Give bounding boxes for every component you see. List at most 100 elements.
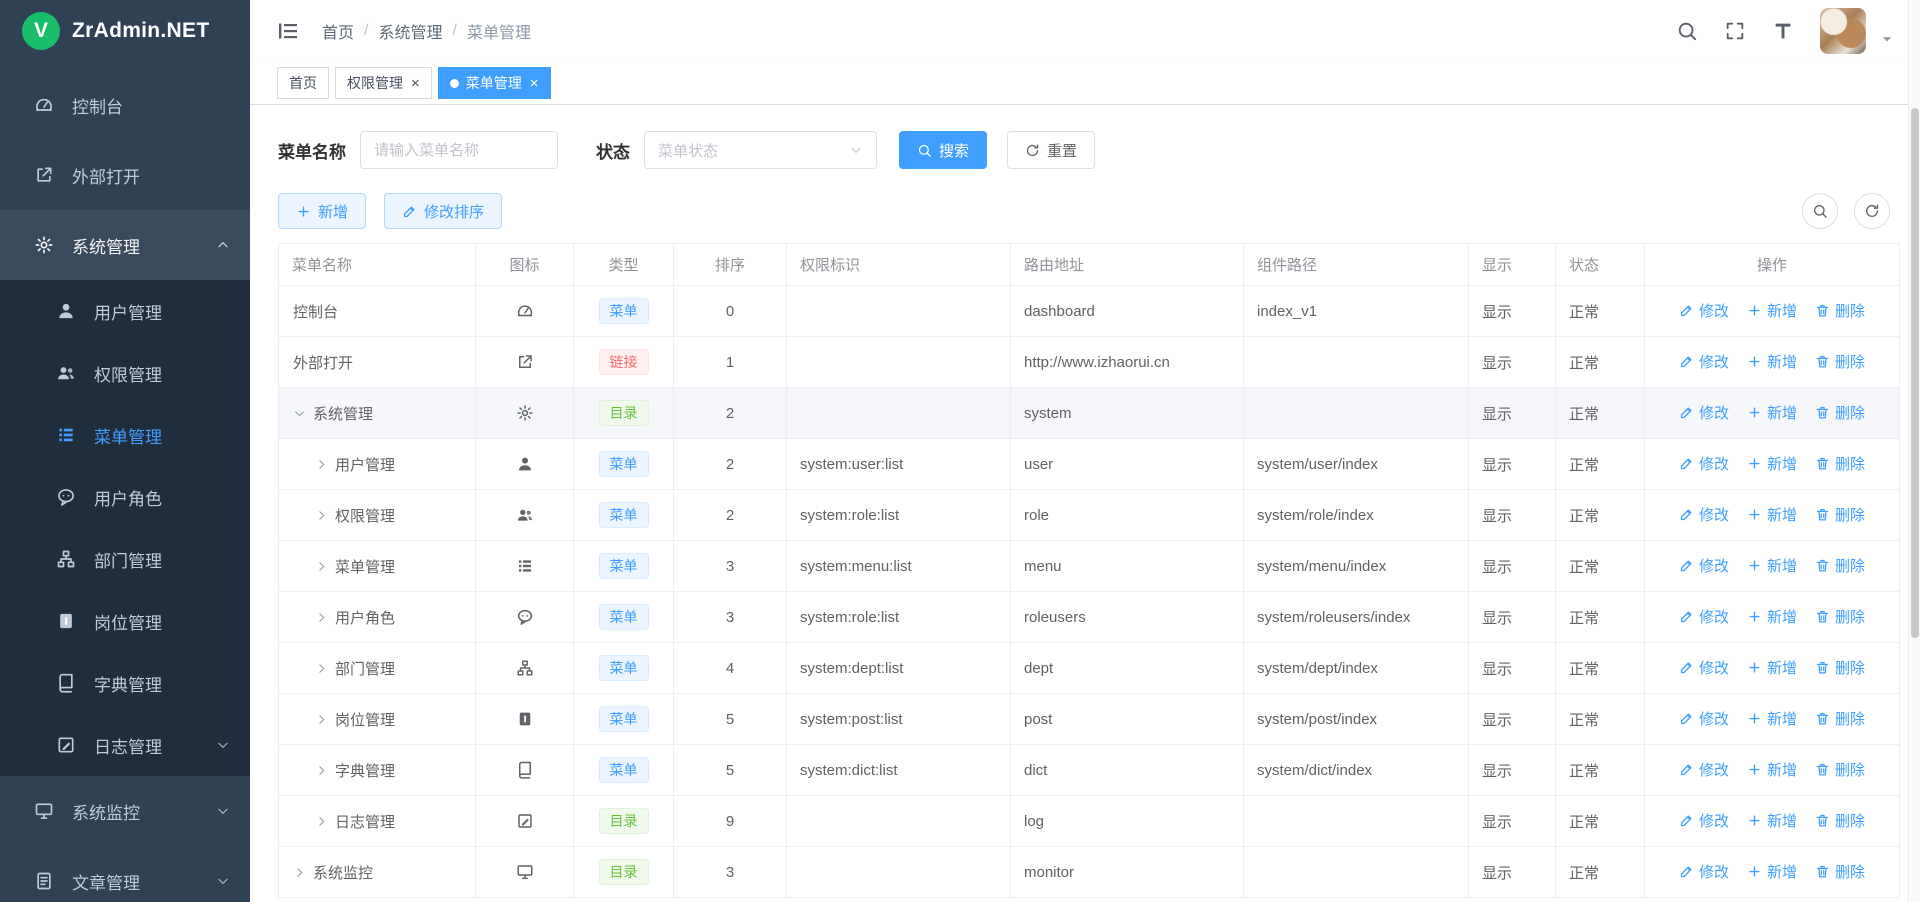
add-link[interactable]: 新增 xyxy=(1747,453,1797,474)
edit-link[interactable]: 修改 xyxy=(1679,759,1729,780)
delete-link[interactable]: 删除 xyxy=(1815,759,1865,780)
chevron-right-icon[interactable] xyxy=(315,611,328,624)
delete-link[interactable]: 删除 xyxy=(1815,300,1865,321)
add-link[interactable]: 新增 xyxy=(1747,657,1797,678)
delete-link[interactable]: 删除 xyxy=(1815,810,1865,831)
tab[interactable]: 权限管理 × xyxy=(335,67,432,99)
status-select[interactable]: 菜单状态 xyxy=(644,131,877,169)
delete-link[interactable]: 删除 xyxy=(1815,504,1865,525)
add-link[interactable]: 新增 xyxy=(1747,861,1797,882)
sidebar-item-log[interactable]: 日志管理 xyxy=(0,714,250,776)
delete-link[interactable]: 删除 xyxy=(1815,657,1865,678)
sidebar-item-article[interactable]: 文章管理 xyxy=(0,846,250,902)
table-row[interactable]: 部门管理 菜单 4 system:dept:list dept system/d… xyxy=(279,643,1900,694)
sidebar-item-list[interactable]: 菜单管理 xyxy=(0,404,250,466)
caret-down-icon[interactable] xyxy=(1880,32,1894,46)
sidebar-item-dashboard[interactable]: 控制台 xyxy=(0,70,250,140)
table-row[interactable]: 系统监控 目录 3 monitor 显示 正常 修改新增删除 xyxy=(279,847,1900,898)
edit-link[interactable]: 修改 xyxy=(1679,504,1729,525)
cell-sort: 5 xyxy=(674,694,787,745)
delete-link[interactable]: 删除 xyxy=(1815,351,1865,372)
table-row[interactable]: 用户管理 菜单 2 system:user:list user system/u… xyxy=(279,439,1900,490)
table-row[interactable]: 系统管理 目录 2 system 显示 正常 修改新增删除 xyxy=(279,388,1900,439)
column-header: 路由地址 xyxy=(1011,244,1244,286)
trash-icon xyxy=(1815,507,1830,522)
chevron-right-icon[interactable] xyxy=(315,764,328,777)
add-link[interactable]: 新增 xyxy=(1747,606,1797,627)
edit-link[interactable]: 修改 xyxy=(1679,300,1729,321)
tab[interactable]: 首页 xyxy=(277,67,329,99)
sidebar-item-org-tree[interactable]: 部门管理 xyxy=(0,528,250,590)
sidebar-item-external-link[interactable]: 外部打开 xyxy=(0,140,250,210)
refresh-table-button[interactable] xyxy=(1854,193,1890,229)
menu-name-input[interactable] xyxy=(360,131,558,169)
delete-link[interactable]: 删除 xyxy=(1815,555,1865,576)
add-link[interactable]: 新增 xyxy=(1747,402,1797,423)
edit-link[interactable]: 修改 xyxy=(1679,453,1729,474)
chevron-down-icon[interactable] xyxy=(293,407,306,420)
delete-link[interactable]: 删除 xyxy=(1815,708,1865,729)
add-link[interactable]: 新增 xyxy=(1747,555,1797,576)
edit-link[interactable]: 修改 xyxy=(1679,351,1729,372)
scrollbar-thumb[interactable] xyxy=(1911,108,1919,638)
sidebar-item-post-badge[interactable]: 岗位管理 xyxy=(0,590,250,652)
chevron-right-icon[interactable] xyxy=(315,815,328,828)
chevron-right-icon[interactable] xyxy=(293,866,306,879)
sidebar-item-monitor[interactable]: 系统监控 xyxy=(0,776,250,846)
edit-link[interactable]: 修改 xyxy=(1679,606,1729,627)
trash-icon xyxy=(1815,456,1830,471)
sidebar-item-user[interactable]: 用户管理 xyxy=(0,280,250,342)
table-row[interactable]: 日志管理 目录 9 log 显示 正常 修改新增删除 xyxy=(279,796,1900,847)
sidebar-item-dictionary[interactable]: 字典管理 xyxy=(0,652,250,714)
edit-link[interactable]: 修改 xyxy=(1679,708,1729,729)
chevron-right-icon[interactable] xyxy=(315,713,328,726)
chevron-right-icon[interactable] xyxy=(315,509,328,522)
delete-link[interactable]: 删除 xyxy=(1815,606,1865,627)
sidebar-item-gear[interactable]: 系统管理 xyxy=(0,210,250,280)
close-icon[interactable]: × xyxy=(530,76,539,91)
sidebar-item-user-role[interactable]: 用户角色 xyxy=(0,466,250,528)
delete-link[interactable]: 删除 xyxy=(1815,861,1865,882)
table-row[interactable]: 菜单管理 菜单 3 system:menu:list menu system/m… xyxy=(279,541,1900,592)
table-row[interactable]: 外部打开 链接 1 http://www.izhaorui.cn 显示 正常 修… xyxy=(279,337,1900,388)
chevron-right-icon[interactable] xyxy=(315,560,328,573)
edit-link[interactable]: 修改 xyxy=(1679,861,1729,882)
add-link[interactable]: 新增 xyxy=(1747,504,1797,525)
table-row[interactable]: 字典管理 菜单 5 system:dict:list dict system/d… xyxy=(279,745,1900,796)
reset-button[interactable]: 重置 xyxy=(1007,131,1095,169)
modify-sort-button[interactable]: 修改排序 xyxy=(384,193,502,229)
add-link[interactable]: 新增 xyxy=(1747,351,1797,372)
edit-link[interactable]: 修改 xyxy=(1679,657,1729,678)
chevron-right-icon[interactable] xyxy=(315,458,328,471)
avatar[interactable] xyxy=(1820,8,1866,54)
edit-link[interactable]: 修改 xyxy=(1679,402,1729,423)
chevron-right-icon[interactable] xyxy=(315,662,328,675)
search-button[interactable]: 搜索 xyxy=(899,131,987,169)
edit-link[interactable]: 修改 xyxy=(1679,555,1729,576)
add-button[interactable]: 新增 xyxy=(278,193,366,229)
add-link[interactable]: 新增 xyxy=(1747,300,1797,321)
add-link[interactable]: 新增 xyxy=(1747,759,1797,780)
add-link[interactable]: 新增 xyxy=(1747,810,1797,831)
breadcrumb-item[interactable]: 首页 xyxy=(322,19,354,43)
search-icon[interactable] xyxy=(1676,20,1698,42)
add-link[interactable]: 新增 xyxy=(1747,708,1797,729)
table-row[interactable]: 控制台 菜单 0 dashboard index_v1 显示 正常 修改新增删除 xyxy=(279,286,1900,337)
edit-link[interactable]: 修改 xyxy=(1679,810,1729,831)
tab[interactable]: 菜单管理 × xyxy=(438,67,551,99)
plus-icon xyxy=(1747,558,1762,573)
sidebar-item-users[interactable]: 权限管理 xyxy=(0,342,250,404)
delete-link[interactable]: 删除 xyxy=(1815,453,1865,474)
toggle-search-button[interactable] xyxy=(1802,193,1838,229)
close-icon[interactable]: × xyxy=(411,76,420,91)
table-tools xyxy=(1802,193,1900,229)
font-size-icon[interactable] xyxy=(1772,20,1794,42)
page-scrollbar[interactable] xyxy=(1908,0,1920,902)
table-row[interactable]: 用户角色 菜单 3 system:role:list roleusers sys… xyxy=(279,592,1900,643)
sidebar-toggle-button[interactable] xyxy=(276,19,300,43)
delete-link[interactable]: 删除 xyxy=(1815,402,1865,423)
table-row[interactable]: 权限管理 菜单 2 system:role:list role system/r… xyxy=(279,490,1900,541)
table-row[interactable]: 岗位管理 菜单 5 system:post:list post system/p… xyxy=(279,694,1900,745)
fullscreen-icon[interactable] xyxy=(1724,20,1746,42)
breadcrumb-item[interactable]: 系统管理 xyxy=(378,19,442,43)
